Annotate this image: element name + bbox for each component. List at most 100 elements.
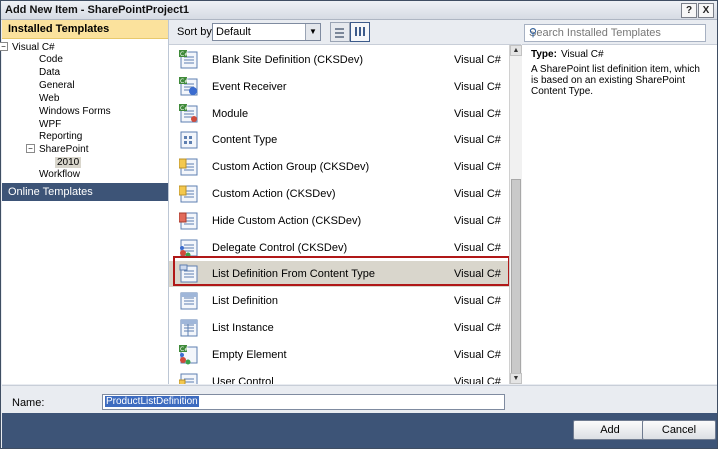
tree-item-label: Code <box>39 54 63 65</box>
template-language: Visual C# <box>454 376 501 384</box>
event-receiver-icon: C# <box>179 77 199 97</box>
medium-icons-view-button[interactable] <box>330 22 350 42</box>
template-name: Empty Element <box>212 349 287 361</box>
search-toolbar: Search Installed Templates ⚲ <box>522 20 717 45</box>
template-row[interactable]: List Definition Visual C# <box>169 288 509 314</box>
template-name: List Definition <box>212 295 279 307</box>
template-name: User Control <box>212 376 274 384</box>
type-label: Type: <box>531 49 557 60</box>
window-title: Add New Item - SharePointProject1 <box>5 4 189 16</box>
template-name: Content Type <box>212 134 278 146</box>
tree-item[interactable]: 2010 <box>55 157 82 169</box>
search-icon[interactable]: ⚲ <box>529 26 702 39</box>
template-row[interactable]: User Control Visual C# <box>169 369 509 384</box>
template-name: Module <box>212 108 249 120</box>
tree-item[interactable]: Reporting <box>39 131 82 143</box>
name-field-value: ProductListDefinition <box>105 396 199 407</box>
template-row[interactable]: C# Blank Site Definition (CKSDev) Visual C… <box>169 47 509 73</box>
tree-item[interactable]: − SharePoint <box>26 144 88 156</box>
tree-item-label: General <box>39 80 75 91</box>
template-name: Delegate Control (CKSDev) <box>212 242 348 254</box>
template-language: Visual C# <box>454 349 501 361</box>
template-row[interactable]: Content Type Visual C# <box>169 127 509 153</box>
tree-item-label: 2010 <box>55 157 82 168</box>
template-name: Custom Action (CKSDev) <box>212 188 336 200</box>
details-panel: Type: Visual C# A SharePoint list definit… <box>522 45 717 384</box>
template-name: Blank Site Definition (CKSDev) <box>212 54 364 66</box>
collapse-icon[interactable]: − <box>26 144 35 153</box>
type-value: Visual C# <box>560 49 604 60</box>
template-name: Custom Action Group (CKSDev) <box>212 161 370 173</box>
template-row[interactable]: Custom Action Group (CKSDev) Visual C# <box>169 154 509 180</box>
add-button[interactable]: Add <box>573 420 647 440</box>
scroll-thumb[interactable] <box>511 179 521 374</box>
template-language: Visual C# <box>454 161 501 173</box>
title-bar: Add New Item - SharePointProject1 ? X <box>1 1 717 20</box>
template-language: Visual C# <box>454 215 501 227</box>
tree-item-label: Data <box>39 67 61 78</box>
tree-item[interactable]: Workflow <box>39 169 80 181</box>
name-field[interactable]: ProductListDefinition <box>102 394 505 410</box>
tree-item-label: SharePoint <box>39 144 89 155</box>
cancel-button[interactable]: Cancel <box>642 420 716 440</box>
custom-action-group-icon <box>179 157 199 177</box>
template-language: Visual C# <box>454 134 501 146</box>
templates-tree-panel: Installed Templates − Visual C# Code Data Ge… <box>0 20 169 384</box>
tree-item[interactable]: WPF <box>39 119 61 131</box>
tree-item[interactable]: Web <box>39 93 59 105</box>
installed-templates-header[interactable]: Installed Templates <box>2 20 168 39</box>
collapse-icon[interactable]: − <box>0 42 8 51</box>
list-definition-icon <box>179 291 199 311</box>
list-definition-content-type-icon <box>179 264 199 284</box>
online-templates-label: Online Templates <box>8 186 93 198</box>
template-name: Hide Custom Action (CKSDev) <box>212 215 362 227</box>
template-row[interactable]: C# Event Receiver Visual C# <box>169 74 509 100</box>
sort-by-label: Sort by: <box>177 26 215 38</box>
list-view-button[interactable] <box>350 22 370 42</box>
template-language: Visual C# <box>454 54 501 66</box>
template-name: List Definition From Content Type <box>212 268 376 280</box>
tree-item-label: Workflow <box>39 169 80 180</box>
template-name: Event Receiver <box>212 81 287 93</box>
template-list-scrollbar[interactable]: ▲ ▼ <box>509 45 522 384</box>
module-icon: C# <box>179 104 199 124</box>
help-button[interactable]: ? <box>681 3 697 18</box>
tree-item[interactable]: Windows Forms <box>39 106 111 118</box>
svg-text:C#: C# <box>180 105 189 112</box>
svg-text:C#: C# <box>180 51 189 58</box>
tree-item[interactable]: − Visual C# <box>0 42 55 54</box>
scroll-down-icon[interactable]: ▼ <box>510 373 522 384</box>
name-label: Name: <box>12 397 45 409</box>
template-row[interactable]: Custom Action (CKSDev) Visual C# <box>169 181 509 207</box>
tree-item[interactable]: Data <box>39 67 60 79</box>
scroll-up-icon[interactable]: ▲ <box>510 45 522 56</box>
tree-item[interactable]: Code <box>39 54 63 66</box>
template-row[interactable]: C# Empty Element Visual C# <box>169 342 509 368</box>
user-control-icon <box>179 372 199 384</box>
custom-action-icon <box>179 184 199 204</box>
online-templates-header[interactable]: Online Templates <box>2 183 168 201</box>
tree-item-label: WPF <box>39 119 62 130</box>
template-language: Visual C# <box>454 242 501 254</box>
type-line: Type: Visual C# <box>531 49 604 60</box>
svg-text:C#: C# <box>180 78 189 85</box>
sort-by-select[interactable]: Default ▼ <box>212 23 321 41</box>
close-button[interactable]: X <box>698 3 714 18</box>
template-row[interactable]: C# Module Visual C# <box>169 101 509 127</box>
search-input[interactable]: Search Installed Templates ⚲ <box>524 24 706 42</box>
template-row[interactable]: Delegate Control (CKSDev) Visual C# <box>169 235 509 261</box>
template-row[interactable]: Hide Custom Action (CKSDev) Visual C# <box>169 208 509 234</box>
installed-templates-label: Installed Templates <box>8 23 110 35</box>
sort-toolbar: Sort by: Default ▼ <box>169 20 521 45</box>
site-definition-icon: C# <box>179 50 199 70</box>
template-language: Visual C# <box>454 322 501 334</box>
template-row[interactable]: List Definition From Content Type Visual … <box>169 261 509 287</box>
template-language: Visual C# <box>454 268 501 280</box>
svg-text:C#: C# <box>180 346 189 353</box>
template-row[interactable]: List Instance Visual C# <box>169 315 509 341</box>
chevron-down-icon[interactable]: ▼ <box>305 24 320 40</box>
tree-item[interactable]: General <box>39 80 75 92</box>
add-new-item-dialog: Add New Item - SharePointProject1 ? X In… <box>0 0 718 449</box>
tree-item-label: Web <box>39 93 60 104</box>
empty-element-icon: C# <box>179 345 199 365</box>
